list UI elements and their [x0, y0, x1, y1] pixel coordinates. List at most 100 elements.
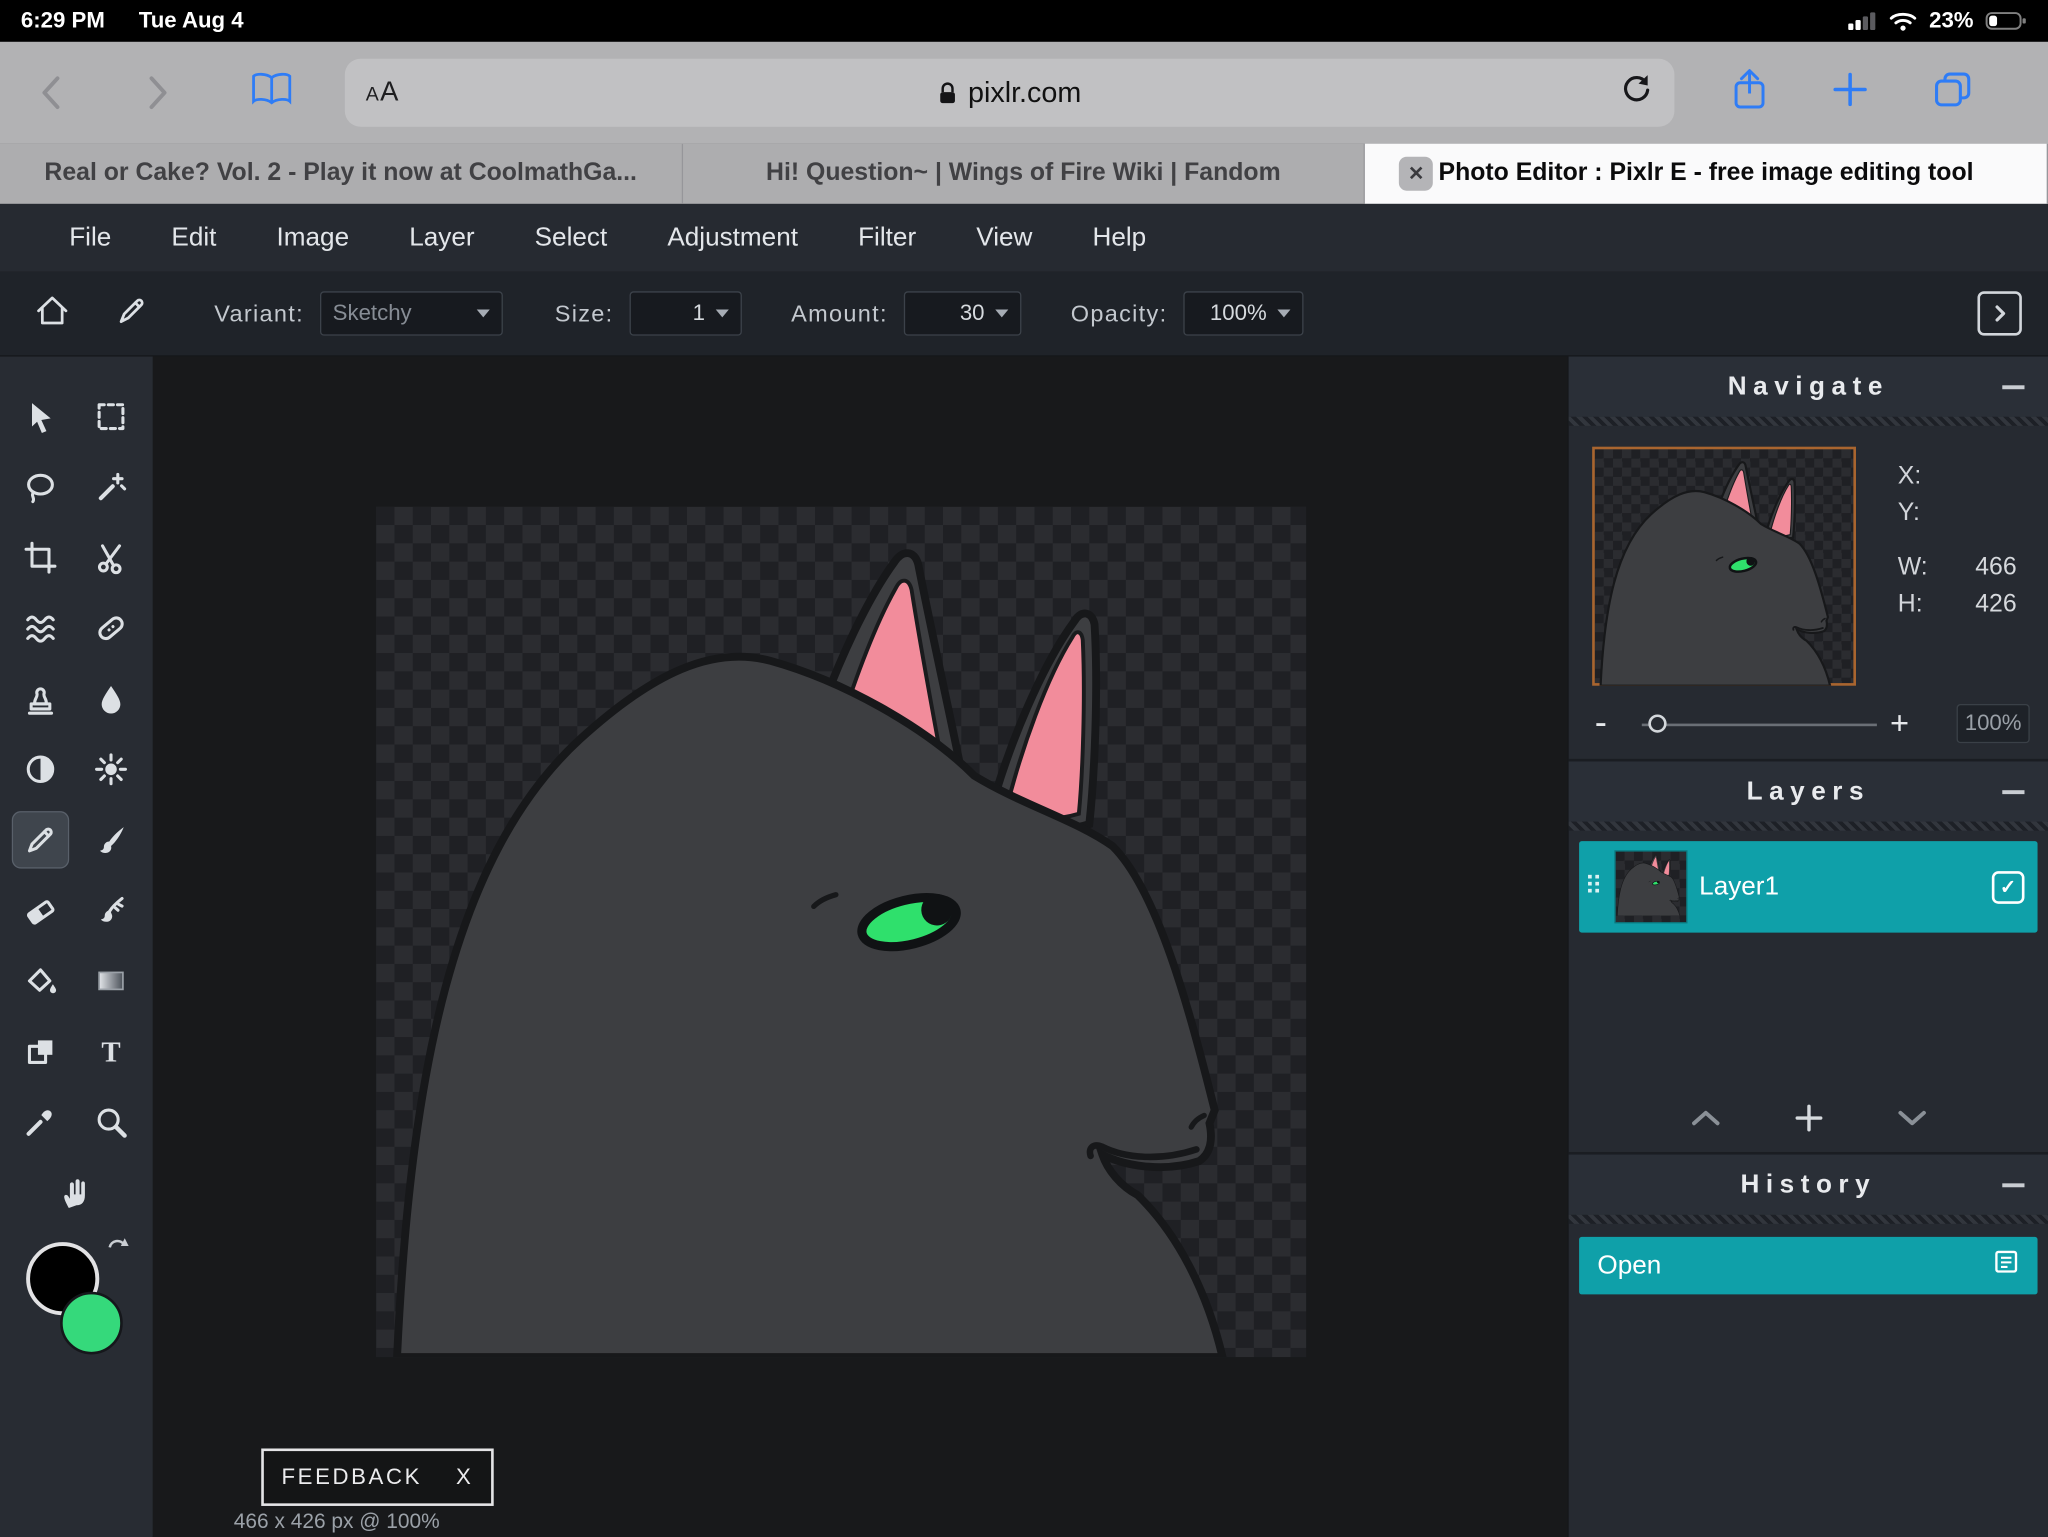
tool-burn[interactable]: [82, 741, 139, 798]
back-icon: [44, 78, 57, 107]
navigate-header[interactable]: Navigate: [1569, 357, 2048, 417]
tool-heal[interactable]: [82, 600, 139, 657]
layer-thumbnail[interactable]: [1616, 852, 1687, 923]
layer-row-layer1[interactable]: ⠿ Layer1 ✓: [1579, 841, 2037, 932]
wifi-icon: [1889, 10, 1918, 31]
amount-value: 30: [960, 300, 985, 326]
zoom-in-button[interactable]: +: [1890, 705, 1909, 743]
tool-cutout[interactable]: [82, 529, 139, 586]
new-tab-button[interactable]: [1832, 72, 1867, 114]
toggle-panel-button[interactable]: [1977, 291, 2021, 335]
size-select[interactable]: 1: [629, 291, 741, 335]
tool-crop[interactable]: [12, 529, 69, 586]
tab-bar: Real or Cake? Vol. 2 - Play it now at Co…: [0, 144, 2048, 204]
amount-select[interactable]: 30: [904, 291, 1022, 335]
tab-coolmath[interactable]: Real or Cake? Vol. 2 - Play it now at Co…: [0, 144, 683, 204]
layers-header[interactable]: Layers: [1569, 761, 2048, 821]
history-list: Open: [1569, 1224, 2048, 1537]
tool-text[interactable]: T: [82, 1023, 139, 1080]
chevron-down-icon: [715, 310, 728, 318]
menu-filter[interactable]: Filter: [828, 223, 946, 253]
tool-wand[interactable]: [82, 458, 139, 515]
variant-select[interactable]: Sketchy: [320, 291, 503, 335]
address-bar[interactable]: AA pixlr.com: [345, 59, 1675, 127]
opacity-select[interactable]: 100%: [1183, 291, 1303, 335]
swap-colors-button[interactable]: [104, 1237, 130, 1270]
move-layer-down-button[interactable]: [1896, 1108, 1927, 1133]
collapse-navigate-icon[interactable]: [2002, 385, 2024, 389]
canvas-area[interactable]: FEEDBACK X 466 x 426 px @ 100%: [153, 357, 1568, 1537]
tool-shape[interactable]: [12, 1023, 69, 1080]
menu-file[interactable]: File: [39, 223, 141, 253]
tool-clone[interactable]: [12, 670, 69, 727]
tool-pencil[interactable]: [12, 811, 69, 868]
cellular-signal-icon: [1848, 12, 1877, 30]
lasso-icon: [24, 470, 58, 504]
h-label: H:: [1898, 590, 1923, 619]
w-value: 466: [1938, 554, 2016, 583]
forward-button[interactable]: [136, 74, 180, 111]
share-button[interactable]: [1732, 68, 1767, 118]
canvas-status: 466 x 426 px @ 100%: [234, 1511, 440, 1535]
menu-layer[interactable]: Layer: [379, 223, 504, 253]
bookmarks-button[interactable]: [251, 72, 293, 114]
navigate-thumbnail[interactable]: [1592, 447, 1856, 686]
tool-hand[interactable]: [47, 1164, 104, 1221]
url-host: pixlr.com: [968, 76, 1081, 110]
menu-help[interactable]: Help: [1062, 223, 1176, 253]
menu-image[interactable]: Image: [246, 223, 379, 253]
history-item-label: Open: [1597, 1251, 1661, 1281]
add-layer-button[interactable]: [1794, 1103, 1823, 1138]
tool-zoom[interactable]: [82, 1093, 139, 1150]
menu-select[interactable]: Select: [505, 223, 638, 253]
tool-draw[interactable]: [82, 811, 139, 868]
zoom-out-button[interactable]: -: [1595, 701, 1607, 743]
panel-hatch: [1569, 417, 2048, 426]
history-item-open[interactable]: Open: [1579, 1237, 2037, 1294]
zoom-slider-track[interactable]: [1642, 724, 1877, 727]
tool-gradient[interactable]: [82, 952, 139, 1009]
layer-name[interactable]: Layer1: [1699, 872, 1979, 902]
layer-buttons: [1569, 1089, 2048, 1152]
current-tool-button[interactable]: [115, 293, 149, 333]
feedback-close[interactable]: X: [456, 1464, 473, 1490]
feedback-button[interactable]: FEEDBACK X: [261, 1448, 493, 1505]
home-button[interactable]: [34, 292, 71, 335]
menu-edit[interactable]: Edit: [141, 223, 246, 253]
back-button[interactable]: [29, 74, 73, 111]
tab-pixlr[interactable]: ✕ Photo Editor : Pixlr E - free image ed…: [1365, 144, 2048, 204]
clock: 6:29 PM: [21, 8, 105, 34]
zoom-value[interactable]: 100%: [1957, 704, 2030, 743]
artboard[interactable]: [376, 507, 1306, 1357]
tool-dodge[interactable]: [12, 741, 69, 798]
eraser-icon: [24, 893, 58, 927]
right-panel: Navigate X: Y: W: 466 H: 426 - +: [1567, 357, 2048, 1537]
background-color-swatch[interactable]: [60, 1292, 123, 1355]
tab-fandom[interactable]: Hi! Question~ | Wings of Fire Wiki | Fan…: [683, 144, 1366, 204]
size-label: Size:: [555, 300, 614, 327]
history-header[interactable]: History: [1569, 1155, 2048, 1215]
color-swatches: [18, 1242, 149, 1378]
tool-fill[interactable]: [12, 952, 69, 1009]
tool-blur[interactable]: [82, 670, 139, 727]
tool-marquee[interactable]: [82, 388, 139, 445]
menu-view[interactable]: View: [946, 223, 1062, 253]
layers-title: Layers: [1747, 776, 1870, 806]
tool-lasso[interactable]: [12, 458, 69, 515]
move-layer-up-button[interactable]: [1689, 1108, 1720, 1133]
collapse-history-icon[interactable]: [2002, 1183, 2024, 1187]
layer-drag-handle[interactable]: ⠿: [1584, 874, 1602, 899]
layer-visibility-checkbox[interactable]: ✓: [1992, 871, 2025, 904]
close-tab-button[interactable]: ✕: [1399, 157, 1433, 191]
tool-eraser[interactable]: [12, 882, 69, 939]
plus-icon: [1832, 72, 1867, 107]
tool-smudge[interactable]: [82, 882, 139, 939]
share-icon: [1732, 68, 1767, 111]
tool-arrange[interactable]: [12, 388, 69, 445]
menu-adjustment[interactable]: Adjustment: [637, 223, 828, 253]
collapse-layers-icon[interactable]: [2002, 790, 2024, 794]
tool-picker[interactable]: [12, 1093, 69, 1150]
tool-liquify[interactable]: [12, 600, 69, 657]
tabs-overview-button[interactable]: [1933, 71, 1972, 115]
zoom-slider-knob[interactable]: [1648, 714, 1666, 732]
